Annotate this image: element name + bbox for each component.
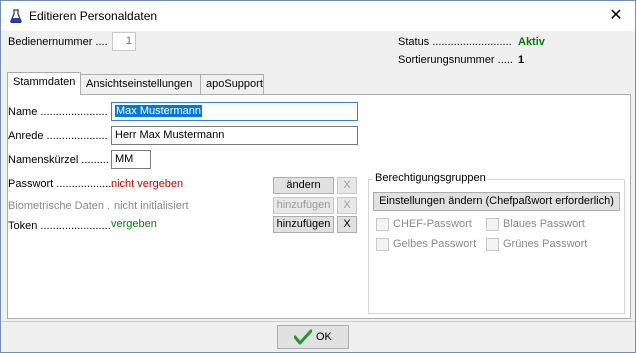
token-label: Token ....................... (8, 220, 111, 232)
name-label: Name ...................... (8, 106, 108, 118)
ok-label: OK (316, 331, 332, 343)
einstellungen-aendern-button[interactable]: Einstellungen ändern (Chefpaßwort erford… (373, 192, 620, 211)
ok-button[interactable]: OK (277, 325, 349, 349)
passwort-aendern-button[interactable]: ändern (273, 177, 334, 194)
passwort-label: Passwort ................... (8, 178, 115, 190)
gruenes-passwort-label: Grünes Passwort (503, 238, 588, 250)
status-value: Aktiv (518, 36, 545, 48)
namenskuerzel-input[interactable]: MM (111, 150, 151, 169)
close-icon: ✕ (609, 7, 623, 24)
tab-stammdaten[interactable]: Stammdaten (7, 72, 81, 95)
tab-ansichtseinstellungen[interactable]: Ansichtseinstellungen (80, 74, 201, 95)
footer-separator (1, 321, 635, 322)
tab-aposupport[interactable]: apoSupport (200, 74, 264, 95)
token-status: vergeben (111, 218, 157, 230)
sortierungsnummer-value: 1 (518, 54, 525, 66)
name-input-value: Max Mustermann (115, 105, 202, 117)
blaues-passwort-label: Blaues Passwort (503, 218, 585, 230)
bedienernummer-label: Bedienernummer .... (8, 36, 108, 48)
name-input[interactable]: Max Mustermann (111, 102, 358, 121)
token-remove-button[interactable]: X (337, 216, 357, 233)
biometrie-remove-button[interactable]: X (337, 197, 357, 214)
passwort-remove-button[interactable]: X (337, 177, 357, 194)
dialog-window: Editieren Personaldaten ✕ Bedienernummer… (0, 0, 636, 353)
biometrische-daten-status: nicht initialisiert (114, 200, 189, 212)
permissions-title: Berechtigungsgruppen (373, 172, 488, 184)
window-title: Editieren Personaldaten (29, 9, 158, 23)
token-hinzufuegen-button[interactable]: hinzufügen (273, 216, 334, 233)
namenskuerzel-label: Namenskürzel ......... (8, 154, 109, 166)
biometrie-hinzufuegen-button[interactable]: hinzufügen (273, 197, 334, 214)
sortierungsnummer-label: Sortierungsnummer ..... (398, 54, 513, 66)
gruenes-passwort-checkbox[interactable] (486, 238, 499, 251)
checkmark-icon (294, 329, 312, 345)
bedienernummer-field: 1 (112, 32, 136, 51)
title-bar: Editieren Personaldaten ✕ (1, 1, 635, 31)
chef-passwort-checkbox[interactable] (376, 218, 389, 231)
gelbes-passwort-checkbox[interactable] (376, 238, 389, 251)
biometrische-daten-label: Biometrische Daten . (8, 200, 111, 212)
anrede-input[interactable]: Herr Max Mustermann (111, 126, 358, 145)
flask-icon (10, 9, 22, 23)
status-label: Status .......................... (398, 36, 512, 48)
anrede-label: Anrede .................... (8, 130, 108, 142)
passwort-status: nicht vergeben (111, 178, 184, 190)
gelbes-passwort-label: Gelbes Passwort (393, 238, 477, 250)
chef-passwort-label: CHEF-Passwort (393, 218, 472, 230)
blaues-passwort-checkbox[interactable] (486, 218, 499, 231)
close-button[interactable]: ✕ (597, 1, 635, 31)
